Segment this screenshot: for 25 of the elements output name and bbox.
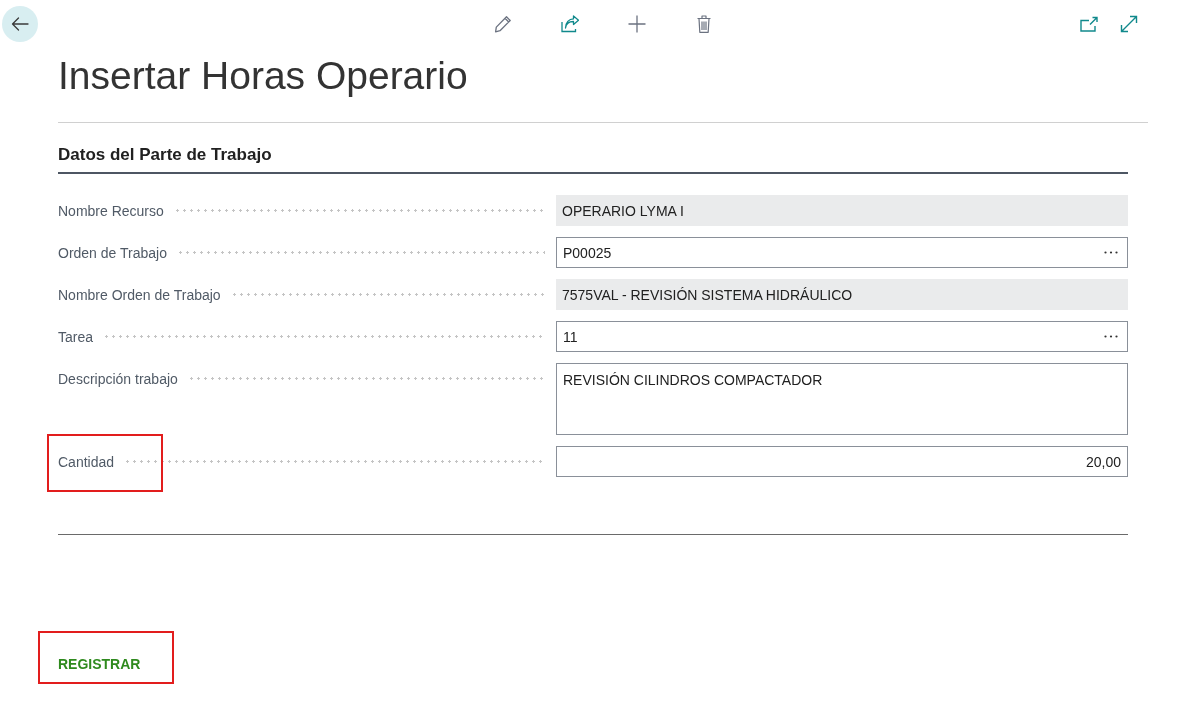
more-icon[interactable] [1104, 251, 1118, 254]
trash-icon [697, 15, 711, 33]
open-in-window-icon [1080, 16, 1098, 32]
plus-icon [628, 15, 646, 33]
read-only-field: 7575VAL - REVISIÓN SISTEMA HIDRÁULICO [556, 279, 1128, 310]
field-label: Nombre Orden de Trabajo [58, 286, 221, 303]
text-area[interactable]: REVISIÓN CILINDROS COMPACTADOR [556, 363, 1128, 435]
field-label: Nombre Recurso [58, 202, 164, 219]
field-label: Tarea [58, 328, 94, 345]
back-button[interactable] [2, 6, 38, 42]
field-label: Cantidad [58, 453, 115, 470]
pencil-icon [494, 15, 512, 33]
register-button[interactable]: REGISTRAR [58, 655, 141, 673]
number-field[interactable]: 20,00 [556, 446, 1128, 477]
arrow-left-icon [11, 17, 29, 31]
more-icon[interactable] [1104, 335, 1118, 338]
lookup-field[interactable]: 11 [556, 321, 1128, 352]
field-label: Descripción trabajo [58, 370, 178, 387]
field-label: Orden de Trabajo [58, 244, 167, 261]
share-icon [561, 15, 579, 33]
lookup-field[interactable]: P00025 [556, 237, 1128, 268]
read-only-field: OPERARIO LYMA I [556, 195, 1128, 226]
page-title: Insertar Horas Operario [58, 53, 469, 99]
expand-icon [1120, 15, 1138, 33]
section-title: Datos del Parte de Trabajo [58, 144, 1128, 174]
